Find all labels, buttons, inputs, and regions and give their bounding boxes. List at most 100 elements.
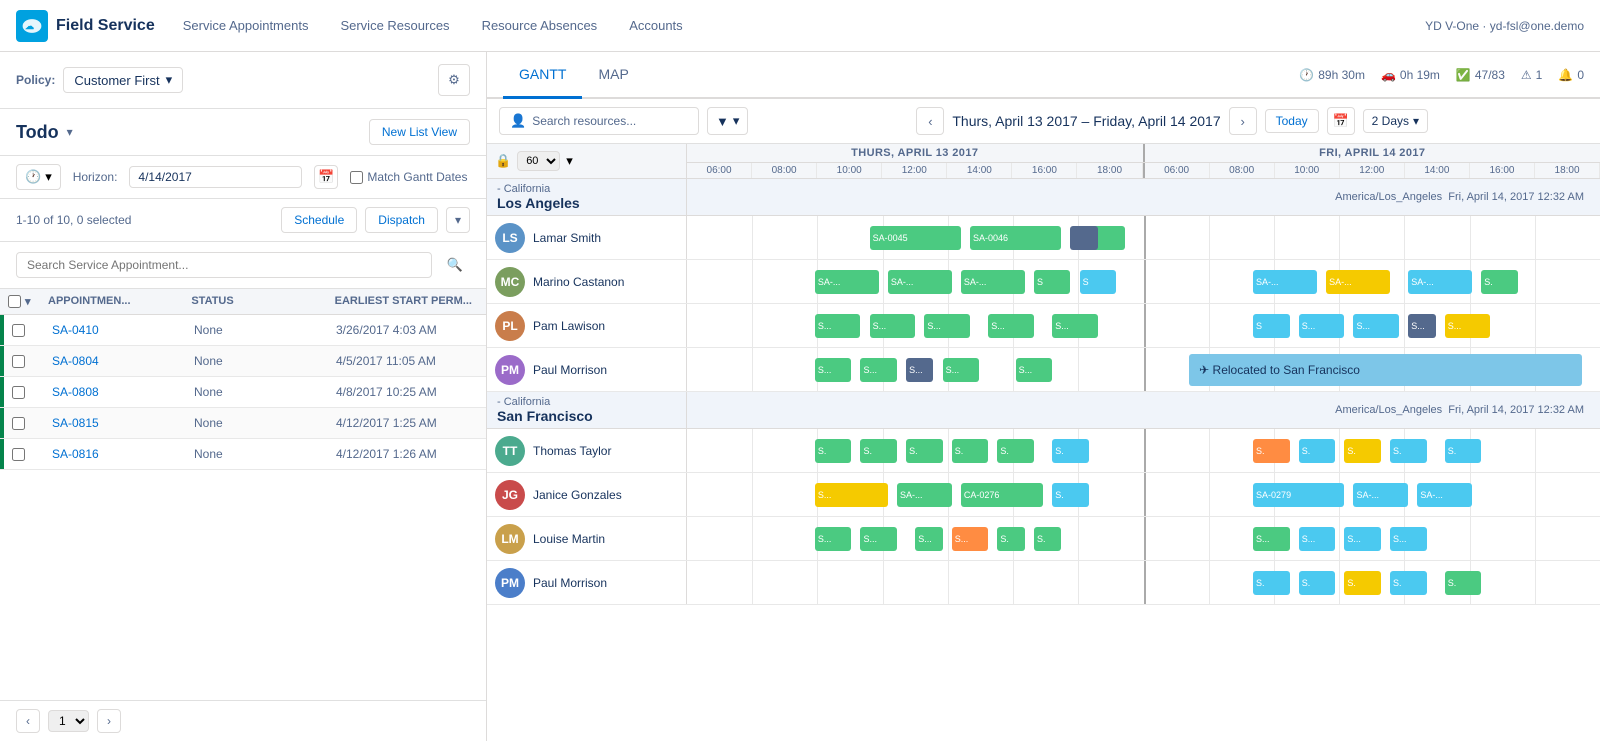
schedule-button[interactable]: Schedule [281,207,357,233]
appointment-block[interactable]: SA-... [888,270,952,294]
new-list-button[interactable]: New List View [369,119,470,145]
dispatch-button[interactable]: Dispatch [365,207,438,233]
appointment-block[interactable]: S. [1481,270,1518,294]
appointment-block[interactable]: S... [870,314,916,338]
row-checkbox[interactable] [12,448,25,461]
page-select[interactable]: 1 [48,710,89,732]
appointment-block[interactable]: S. [1445,439,1482,463]
appointment-block[interactable]: S. [1034,527,1061,551]
appointment-block[interactable] [1070,226,1097,250]
today-button[interactable]: Today [1265,109,1319,133]
appointment-block[interactable]: S... [906,358,933,382]
prev-page-button[interactable]: ‹ [16,709,40,733]
appointment-block[interactable]: S... [1445,314,1491,338]
row-checkbox[interactable] [12,355,25,368]
appointment-block[interactable]: CA-0276 [961,483,1043,507]
table-row[interactable]: SA-0808 None 4/8/2017 10:25 AM [0,377,486,408]
table-row[interactable]: SA-0410 None 3/26/2017 4:03 AM [0,315,486,346]
appointment-block[interactable]: S... [1052,314,1098,338]
clock-filter[interactable]: 🕐 ▾ [16,164,61,190]
appointment-block[interactable]: SA-... [897,483,952,507]
appointment-search-input[interactable] [16,252,432,278]
appointment-block[interactable]: S. [815,439,852,463]
appointment-block[interactable]: S... [1016,358,1053,382]
row-checkbox[interactable] [12,386,25,399]
calendar-picker-button[interactable]: 📅 [1327,107,1355,135]
appointment-block[interactable]: S... [1353,314,1399,338]
appointment-block[interactable]: SA-0279 [1253,483,1344,507]
interval-select[interactable]: 60 [517,151,560,171]
next-date-button[interactable]: › [1229,107,1257,135]
appointment-block[interactable]: S... [815,314,861,338]
table-row[interactable]: SA-0804 None 4/5/2017 11:05 AM [0,346,486,377]
table-row[interactable]: SA-0816 None 4/12/2017 1:26 AM [0,439,486,470]
appointment-block[interactable]: S... [915,527,942,551]
appointment-block[interactable]: SA-0046 [970,226,1061,250]
appointment-block[interactable]: S... [988,314,1034,338]
appointment-block[interactable]: S... [952,527,989,551]
appointment-block[interactable]: S. [1445,571,1482,595]
appointment-block[interactable]: S. [1344,439,1381,463]
appointment-block[interactable]: S... [924,314,970,338]
appointment-block[interactable]: SA-... [815,270,879,294]
appointment-block[interactable]: SA-... [961,270,1025,294]
appointment-block[interactable]: S... [815,358,852,382]
horizon-date-input[interactable] [129,166,302,188]
days-select[interactable]: 2 Days ▾ [1363,109,1428,133]
tab-gantt[interactable]: GANTT [503,52,582,99]
more-actions-button[interactable]: ▾ [446,207,470,233]
nav-accounts[interactable]: Accounts [625,18,686,33]
calendar-icon[interactable]: 📅 [314,165,338,189]
appointment-block[interactable]: S. [1390,571,1427,595]
appointment-block[interactable]: S [1034,270,1071,294]
appointment-block[interactable]: S... [815,483,888,507]
nav-service-resources[interactable]: Service Resources [336,18,453,33]
appointment-block[interactable]: S... [1408,314,1435,338]
table-row[interactable]: SA-0815 None 4/12/2017 1:25 AM [0,408,486,439]
appointment-block[interactable]: S... [860,527,897,551]
appointment-block[interactable]: S... [1390,527,1427,551]
appointment-block[interactable]: S. [952,439,989,463]
appointment-block[interactable]: S... [815,527,852,551]
prev-date-button[interactable]: ‹ [916,107,944,135]
nav-resource-absences[interactable]: Resource Absences [478,18,602,33]
appointment-block[interactable]: S... [1299,527,1336,551]
appointment-block[interactable]: S. [1253,571,1290,595]
appointment-block[interactable]: S. [1299,439,1336,463]
appointment-block[interactable]: S [1253,314,1290,338]
appointment-block[interactable]: SA-... [1417,483,1472,507]
gear-button[interactable]: ⚙ [438,64,470,96]
appointment-block[interactable]: S. [997,439,1034,463]
policy-select[interactable]: Customer First ▾ [63,67,183,93]
appointment-block[interactable]: S... [860,358,897,382]
appointment-block[interactable]: S. [860,439,897,463]
appointment-block[interactable]: S... [1299,314,1345,338]
appointment-block[interactable]: SA-... [1353,483,1408,507]
appointment-block[interactable]: S. [906,439,943,463]
appointment-block[interactable]: S... [1253,527,1290,551]
appointment-block[interactable]: S. [1052,483,1089,507]
appointment-block[interactable]: S... [1344,527,1381,551]
row-checkbox[interactable] [12,417,25,430]
resource-search[interactable]: 👤 Search resources... [499,107,699,135]
appointment-block[interactable]: S. [1253,439,1290,463]
appointment-block[interactable]: S... [943,358,980,382]
appointment-block[interactable]: SA-... [1326,270,1390,294]
search-button[interactable]: 🔍 [440,250,470,280]
gantt-filter-button[interactable]: ▼ ▾ [707,107,748,135]
match-gantt-dates[interactable]: Match Gantt Dates [350,170,467,184]
match-gantt-checkbox[interactable] [350,171,363,184]
appointment-block[interactable]: S. [1052,439,1089,463]
appointment-block[interactable]: SA-0045 [870,226,961,250]
next-page-button[interactable]: › [97,709,121,733]
nav-service-appointments[interactable]: Service Appointments [179,18,313,33]
appointment-block[interactable]: SA-... [1253,270,1317,294]
appointment-block[interactable]: S. [1344,571,1381,595]
appointment-block[interactable]: S. [1390,439,1427,463]
select-all-checkbox[interactable] [8,295,21,308]
row-checkbox[interactable] [12,324,25,337]
appointment-block[interactable]: S. [1299,571,1336,595]
appointment-block[interactable]: S [1080,270,1117,294]
appointment-block[interactable]: S. [997,527,1024,551]
appointment-block[interactable]: SA-... [1408,270,1472,294]
